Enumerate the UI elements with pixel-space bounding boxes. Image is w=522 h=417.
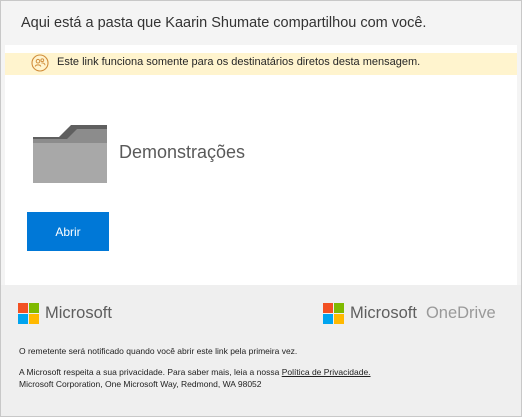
email-headline: Aqui está a pasta que Kaarin Shumate com… [21, 15, 427, 31]
company-address: Microsoft Corporation, One Microsoft Way… [19, 379, 262, 389]
open-button[interactable]: Abrir [27, 212, 109, 251]
microsoft-onedrive-logo: Microsoft OneDrive [323, 303, 496, 324]
microsoft-wordmark: Microsoft [350, 304, 417, 322]
onedrive-wordmark: OneDrive [425, 304, 496, 322]
email-frame: Aqui está a pasta que Kaarin Shumate com… [0, 0, 522, 417]
microsoft-logo: Microsoft [18, 303, 112, 324]
microsoft-grid-icon [323, 303, 344, 324]
privacy-policy-link[interactable]: Política de Privacidade. [282, 367, 371, 377]
microsoft-grid-icon [18, 303, 39, 324]
notice-text: Este link funciona somente para os desti… [57, 56, 421, 68]
microsoft-wordmark: Microsoft [45, 304, 112, 322]
folder-name[interactable]: Demonstrações [119, 142, 245, 163]
folder-icon [33, 125, 107, 183]
people-share-icon [31, 54, 49, 72]
privacy-statement: A Microsoft respeita a sua privacidade. … [19, 367, 371, 377]
email-footer: Microsoft Microsoft OneDrive O remetente… [1, 285, 521, 416]
share-card: Este link funciona somente para os desti… [5, 45, 517, 285]
privacy-text: A Microsoft respeita a sua privacidade. … [19, 367, 280, 377]
notify-text: O remetente será notificado quando você … [19, 346, 298, 356]
recipient-notice-banner: Este link funciona somente para os desti… [5, 53, 517, 75]
